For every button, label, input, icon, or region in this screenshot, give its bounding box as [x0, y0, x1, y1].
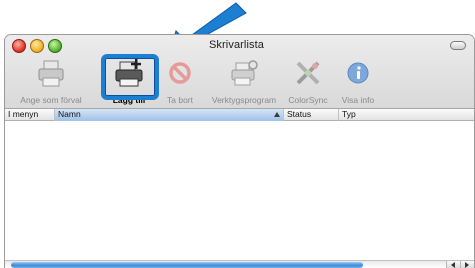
toolbar-utility-button[interactable]: Verktygsprogram	[205, 57, 283, 107]
info-icon	[347, 62, 369, 84]
scroll-left-button[interactable]	[446, 261, 460, 268]
column-label: I menyn	[8, 109, 39, 119]
toolbar-label: ColorSync	[288, 95, 328, 105]
toolbar-delete-button[interactable]: Ta bort	[155, 57, 205, 107]
column-header-status[interactable]: Status	[284, 109, 339, 121]
arrow-right-icon	[465, 262, 469, 268]
toolbar-colorsync-button[interactable]: ColorSync	[283, 57, 333, 107]
scrollbar-thumb[interactable]	[11, 262, 363, 268]
colorsync-icon	[296, 61, 320, 85]
printer-list[interactable]	[5, 122, 474, 262]
column-label: Typ	[342, 109, 356, 119]
scroll-right-button[interactable]	[460, 261, 474, 268]
toolbar-info-button[interactable]: Visa info	[333, 57, 383, 107]
printer-list-window: Skrivarlista Ange som förval Lägg till T…	[4, 34, 475, 268]
toolbar-toggle-button[interactable]	[450, 41, 466, 50]
title-bar[interactable]: Skrivarlista	[5, 35, 474, 57]
toolbar-label: Ange som förval	[20, 95, 82, 105]
column-header-type[interactable]: Typ	[339, 109, 474, 121]
toolbar-label: Verktygsprogram	[211, 95, 277, 105]
utility-icon	[231, 60, 258, 86]
zoom-button[interactable]	[48, 39, 62, 53]
window-chrome: Skrivarlista Ange som förval Lägg till T…	[5, 35, 474, 109]
minimize-button[interactable]	[30, 39, 44, 53]
horizontal-scrollbar[interactable]	[5, 260, 474, 268]
column-label: Status	[287, 109, 312, 119]
arrow-left-icon	[451, 262, 455, 268]
table-header: I menyn Namn Status Typ	[5, 109, 474, 121]
default-printer-icon	[38, 60, 64, 87]
delete-icon	[169, 62, 191, 84]
add-button-highlight	[101, 54, 159, 100]
close-button[interactable]	[12, 39, 26, 53]
toolbar-label: Visa info	[341, 95, 375, 105]
sort-ascending-icon	[274, 112, 280, 117]
window-title: Skrivarlista	[209, 39, 264, 51]
column-header-in-menu[interactable]: I menyn	[5, 109, 55, 121]
column-header-name[interactable]: Namn	[55, 109, 284, 121]
toolbar-label: Ta bort	[167, 95, 193, 105]
toolbar-make-default-button[interactable]: Ange som förval	[5, 57, 97, 107]
column-label: Namn	[58, 109, 81, 119]
